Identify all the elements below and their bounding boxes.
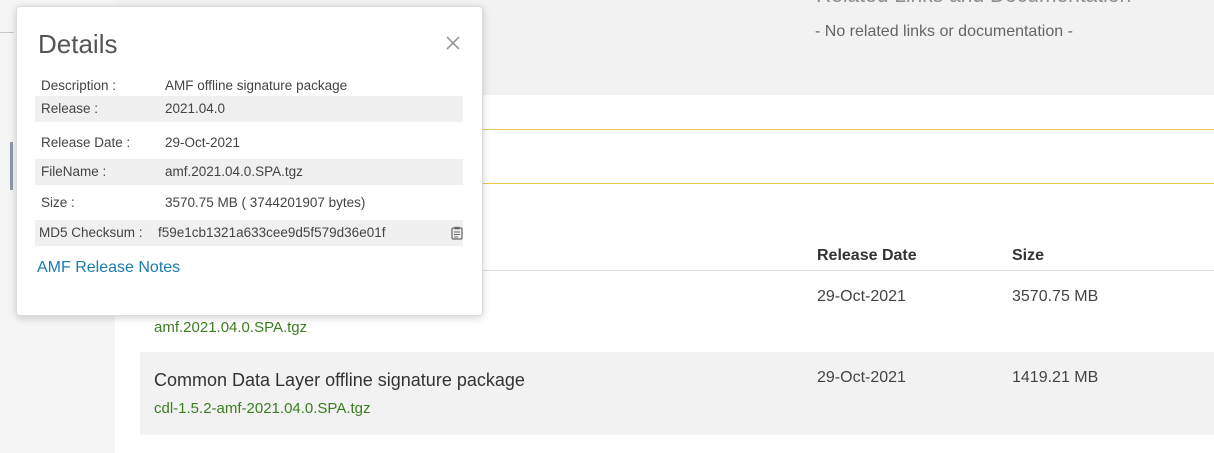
detail-label: Release : (41, 101, 99, 116)
row-size: 1419.21 MB (1012, 369, 1099, 386)
detail-row-release-date: Release Date : 29-Oct-2021 (35, 130, 463, 156)
column-header-size[interactable]: Size (1012, 247, 1044, 265)
detail-row-size: Size : 3570.75 MB ( 3744201907 bytes) (35, 190, 463, 216)
details-popover: Details Description : AMF offline signat… (16, 6, 483, 316)
detail-row-filename: FileName : amf.2021.04.0.SPA.tgz (35, 159, 463, 185)
details-title: Details (38, 29, 118, 59)
detail-value: 3570.75 MB ( 3744201907 bytes) (165, 195, 366, 210)
md5-checksum-value: f59e1cb1321a633cee9d5f579d36e01f (158, 225, 386, 240)
release-notes-link[interactable]: AMF Release Notes (37, 259, 180, 277)
clipboard-icon[interactable] (451, 226, 463, 240)
row-release-date: 29-Oct-2021 (817, 369, 906, 386)
detail-value: amf.2021.04.0.SPA.tgz (165, 164, 303, 179)
related-links-empty-text: - No related links or documentation - (815, 23, 1073, 40)
close-icon[interactable] (442, 32, 464, 54)
detail-value: 2021.04.0 (165, 101, 226, 116)
rail-active-indicator (10, 142, 13, 190)
row-file-link[interactable]: amf.2021.04.0.SPA.tgz (154, 319, 307, 336)
rail-divider (0, 32, 14, 33)
detail-label: Release Date : (41, 135, 131, 150)
detail-row-release: Release : 2021.04.0 (35, 96, 463, 122)
row-description[interactable]: Common Data Layer offline signature pack… (154, 370, 525, 391)
software-download-page: Related Links and Documentation - No rel… (0, 0, 1214, 453)
detail-value: AMF offline signature package (165, 78, 348, 93)
detail-label: Description : (41, 78, 117, 93)
column-header-release-date[interactable]: Release Date (817, 247, 917, 265)
row-release-date: 29-Oct-2021 (817, 288, 906, 305)
related-links-heading: Related Links and Documentation (816, 0, 1214, 10)
detail-label: MD5 Checksum : (39, 225, 143, 240)
table-row: Common Data Layer offline signature pack… (140, 352, 1214, 435)
row-size: 3570.75 MB (1012, 288, 1099, 305)
detail-row-md5: MD5 Checksum : f59e1cb1321a633cee9d5f579… (35, 220, 463, 246)
close-icon[interactable] (442, 32, 464, 54)
detail-label: FileName : (41, 164, 107, 179)
row-file-link[interactable]: cdl-1.5.2-amf-2021.04.0.SPA.tgz (154, 400, 371, 417)
detail-value: 29-Oct-2021 (165, 135, 241, 150)
detail-label: Size : (41, 195, 75, 210)
